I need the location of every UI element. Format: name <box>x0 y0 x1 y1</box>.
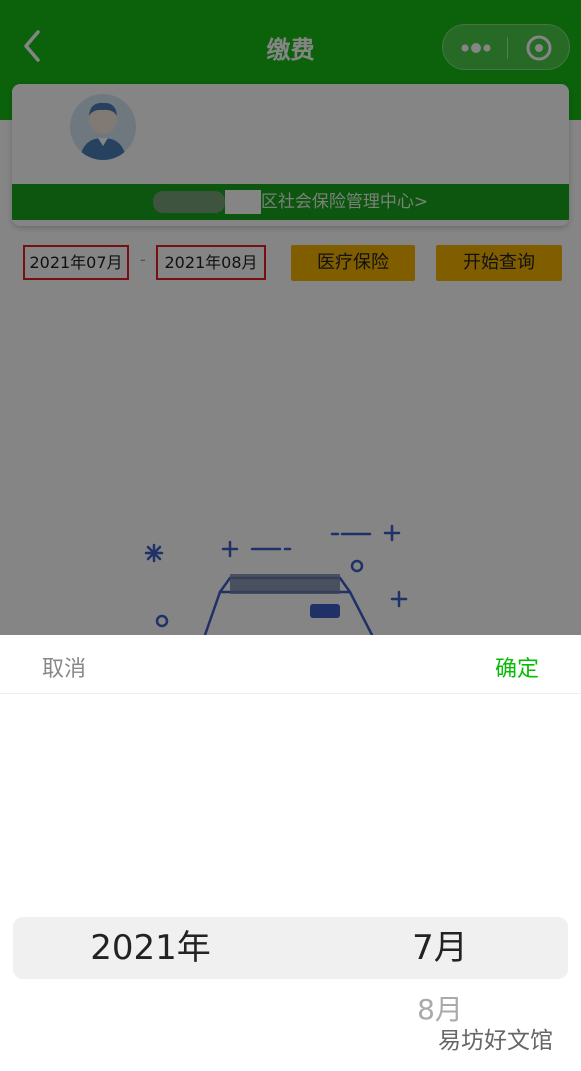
picker-header: 取消 确定 <box>0 635 581 694</box>
date-picker-sheet: 取消 确定 2021年 7月 8月 易坊好文馆 <box>0 635 581 1071</box>
month-option-selected[interactable]: 7月 <box>300 915 580 981</box>
cancel-button[interactable]: 取消 <box>42 651 86 683</box>
modal-overlay[interactable] <box>0 0 581 635</box>
confirm-button[interactable]: 确定 <box>495 651 539 683</box>
year-option-selected[interactable]: 2021年 <box>13 915 288 981</box>
year-column[interactable]: 2021年 <box>13 915 288 981</box>
watermark: 易坊好文馆 <box>438 1028 553 1054</box>
